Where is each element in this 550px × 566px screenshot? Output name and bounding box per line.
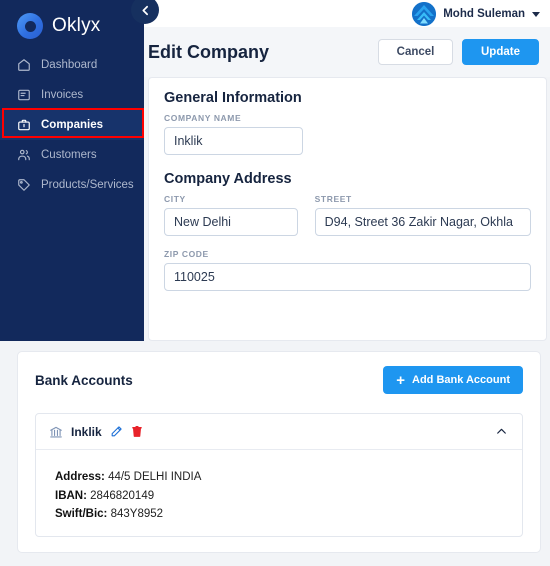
swift-label: Swift/Bic: — [55, 508, 108, 521]
sidebar-item-label: Invoices — [41, 89, 84, 101]
bank-account-item: Inklik Address: 44/5 DELHI INDIA IBAN: 2… — [35, 413, 523, 537]
chevron-left-icon — [141, 5, 148, 15]
sidebar-item-label: Dashboard — [41, 59, 98, 71]
invoice-document-icon — [17, 88, 31, 102]
address-value: 44/5 DELHI INDIA — [108, 471, 202, 483]
bank-account-iban-row: IBAN: 2846820149 — [55, 487, 508, 506]
add-bank-account-button[interactable]: + Add Bank Account — [383, 366, 523, 394]
sidebar: Oklyx Dashboard Invoices Companies Custo… — [0, 0, 159, 341]
sidebar-item-invoices[interactable]: Invoices — [0, 80, 144, 110]
sidebar-item-products-services[interactable]: Products/Services — [0, 170, 144, 200]
user-name-label: Mohd Suleman — [443, 7, 525, 20]
page-title: Edit Company — [148, 41, 270, 62]
zip-code-input[interactable]: 110025 — [164, 263, 531, 291]
swift-value: 843Y8952 — [110, 508, 164, 521]
iban-value: 2846820149 — [90, 489, 155, 502]
bank-account-identity: Inklik — [49, 425, 143, 439]
page-actions: Cancel Update — [378, 39, 539, 65]
general-information-heading: General Information — [164, 90, 302, 106]
user-avatar-icon — [412, 1, 437, 26]
company-name-field-group: COMPANY NAME Inklik — [164, 113, 303, 155]
ring-logo-icon — [17, 13, 43, 39]
bank-account-details: Address: 44/5 DELHI INDIA IBAN: 28468201… — [36, 449, 522, 524]
sidebar-item-label: Products/Services — [41, 179, 134, 191]
home-icon — [17, 58, 31, 72]
sidebar-item-companies[interactable]: Companies — [0, 110, 144, 140]
city-field-group: CITY New Delhi — [164, 194, 298, 236]
street-input[interactable]: D94, Street 36 Zakir Nagar, Okhla — [314, 208, 531, 236]
bank-account-header-row[interactable]: Inklik — [36, 414, 522, 449]
company-name-label: COMPANY NAME — [164, 113, 242, 123]
trash-delete-icon[interactable] — [131, 425, 143, 438]
sidebar-item-dashboard[interactable]: Dashboard — [0, 50, 144, 80]
page-header: Edit Company Cancel Update — [144, 27, 550, 77]
company-address-heading: Company Address — [164, 171, 292, 187]
bank-account-swift-row: Swift/Bic: 843Y8952 — [55, 505, 508, 524]
tag-icon — [17, 178, 31, 192]
company-name-input[interactable]: Inklik — [164, 127, 303, 155]
sidebar-item-label: Customers — [41, 149, 97, 161]
bank-accounts-header: Bank Accounts + Add Bank Account — [35, 366, 523, 394]
address-row: CITY New Delhi STREET D94, Street 36 Zak… — [164, 194, 531, 236]
bank-building-icon — [49, 425, 63, 439]
sidebar-item-label: Companies — [41, 119, 103, 131]
brand-name-label: Oklyx — [52, 15, 101, 36]
plus-icon: + — [396, 371, 405, 389]
street-label: STREET — [314, 194, 352, 204]
zip-field-group: ZIP CODE 110025 — [164, 249, 531, 291]
sidebar-nav: Dashboard Invoices Companies Customers P… — [0, 50, 144, 200]
address-label: Address: — [55, 471, 105, 483]
street-field-group: STREET D94, Street 36 Zakir Nagar, Okhla — [314, 194, 531, 236]
cancel-button[interactable]: Cancel — [378, 39, 453, 65]
zip-code-label: ZIP CODE — [164, 249, 209, 259]
iban-label: IBAN: — [55, 489, 87, 502]
chevron-up-icon[interactable] — [495, 425, 508, 438]
bank-accounts-card: Bank Accounts + Add Bank Account Inklik — [17, 351, 541, 553]
chevron-down-icon[interactable] — [532, 12, 540, 17]
app-root: Mohd Suleman Oklyx Dashboard Invoices Co… — [0, 0, 550, 566]
top-header-bar: Mohd Suleman — [144, 0, 550, 27]
bank-account-address-row: Address: 44/5 DELHI INDIA — [55, 468, 508, 487]
people-icon — [17, 148, 31, 162]
bank-account-name: Inklik — [71, 424, 102, 439]
user-menu[interactable]: Mohd Suleman — [412, 1, 540, 26]
sidebar-item-customers[interactable]: Customers — [0, 140, 144, 170]
company-form-card: General Information COMPANY NAME Inklik … — [148, 77, 547, 341]
city-label: CITY — [164, 194, 186, 204]
pencil-edit-icon[interactable] — [110, 425, 123, 438]
update-button[interactable]: Update — [462, 39, 539, 65]
brand-logo[interactable]: Oklyx — [0, 0, 144, 44]
main-content: Edit Company Cancel Update General Infor… — [144, 27, 550, 341]
briefcase-icon — [17, 118, 31, 132]
add-bank-account-label: Add Bank Account — [412, 374, 510, 386]
city-input[interactable]: New Delhi — [164, 208, 298, 236]
bank-accounts-heading: Bank Accounts — [35, 372, 133, 388]
